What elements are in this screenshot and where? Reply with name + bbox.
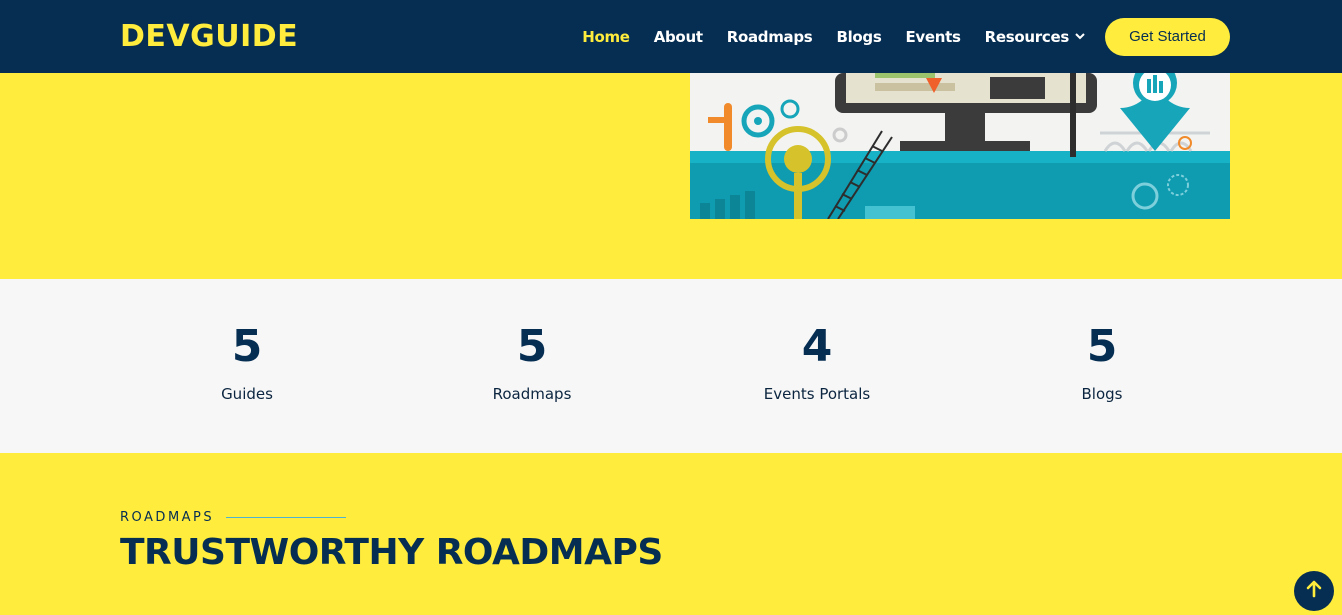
- stat-roadmaps: 5 Roadmaps: [432, 319, 632, 403]
- nav-resources-label: Resources: [984, 27, 1070, 46]
- arrow-up-icon: [1306, 580, 1322, 603]
- nav-resources[interactable]: Resources: [985, 28, 1085, 46]
- nav-roadmaps[interactable]: Roadmaps: [727, 28, 813, 46]
- logo[interactable]: DEVGUIDE: [120, 19, 298, 54]
- stat-value: 4: [801, 321, 833, 372]
- stat-label: Events Portals: [763, 385, 871, 403]
- stat-blogs: 5 Blogs: [1002, 319, 1202, 403]
- stat-label: Guides: [221, 385, 273, 403]
- stat-label: Roadmaps: [492, 385, 572, 403]
- stat-label: Blogs: [1081, 385, 1123, 403]
- nav-blogs[interactable]: Blogs: [836, 28, 881, 46]
- stat-value: 5: [231, 321, 263, 372]
- nav-about[interactable]: About: [654, 28, 703, 46]
- section-title: TRUSTWORTHY ROADMAPS: [120, 532, 663, 573]
- nav-events[interactable]: Events: [905, 28, 960, 46]
- site-header: DEVGUIDE Home About Roadmaps Blogs Event…: [0, 0, 1342, 73]
- nav-home[interactable]: Home: [582, 28, 630, 46]
- stats-section: 5 Guides 5 Roadmaps 4 Events Portals 5 B…: [0, 279, 1342, 453]
- section-eyebrow: ROADMAPS: [120, 510, 347, 525]
- main-nav: Home About Roadmaps Blogs Events Resourc…: [558, 17, 1230, 56]
- get-started-button[interactable]: Get Started: [1105, 17, 1230, 56]
- chevron-down-icon: [1075, 33, 1085, 40]
- scroll-to-top-button[interactable]: [1294, 571, 1334, 611]
- stat-events-portals: 4 Events Portals: [717, 319, 917, 403]
- eyebrow-text: ROADMAPS: [120, 510, 215, 525]
- stat-value: 5: [1086, 321, 1118, 372]
- eyebrow-divider: [226, 517, 347, 518]
- stat-value: 5: [516, 321, 548, 372]
- stat-guides: 5 Guides: [147, 319, 347, 403]
- hero-illustration: [690, 73, 1230, 219]
